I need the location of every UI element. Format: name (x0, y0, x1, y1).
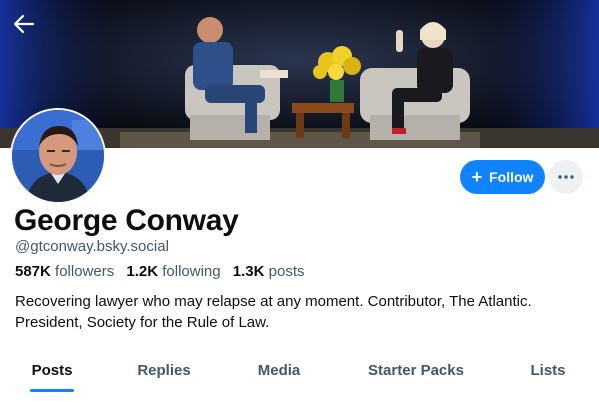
ellipsis-icon (558, 175, 574, 179)
profile-tabs: Posts Replies Media Starter Packs Lists (0, 350, 599, 402)
profile-handle: @gtconway.bsky.social (15, 238, 169, 255)
display-name: George Conway (14, 204, 239, 237)
following-label: following (162, 263, 221, 280)
posts-label: posts (268, 263, 305, 280)
followers-label: followers (55, 263, 115, 280)
plus-icon: + (471, 166, 483, 187)
tab-lists[interactable]: Lists (522, 350, 574, 390)
following-count: 1.2K (126, 263, 159, 280)
profile-bio: Recovering lawyer who may relapse at any… (15, 291, 590, 333)
tab-posts[interactable]: Posts (22, 350, 82, 390)
profile-stats: 587K followers 1.2K following 1.3K posts (15, 263, 305, 280)
follow-label: Follow (489, 169, 534, 185)
active-tab-indicator (30, 389, 74, 392)
avatar[interactable] (10, 108, 106, 204)
followers-count: 587K (15, 263, 51, 280)
followers-stat[interactable]: 587K followers (15, 263, 114, 280)
tab-replies[interactable]: Replies (128, 350, 200, 390)
avatar-image (12, 110, 104, 202)
following-stat[interactable]: 1.2K following (126, 263, 220, 280)
posts-count: 1.3K (232, 263, 265, 280)
tab-media[interactable]: Media (248, 350, 310, 390)
bio-line: Recovering lawyer who may relapse at any… (15, 293, 532, 310)
arrow-left-icon (13, 14, 35, 34)
follow-button[interactable]: + Follow (460, 160, 545, 194)
back-button[interactable] (8, 8, 40, 40)
more-options-button[interactable] (549, 160, 583, 194)
tab-starter-packs[interactable]: Starter Packs (358, 350, 474, 390)
bio-line: President, Society for the Rule of Law. (15, 314, 270, 331)
posts-stat: 1.3K posts (233, 263, 305, 280)
